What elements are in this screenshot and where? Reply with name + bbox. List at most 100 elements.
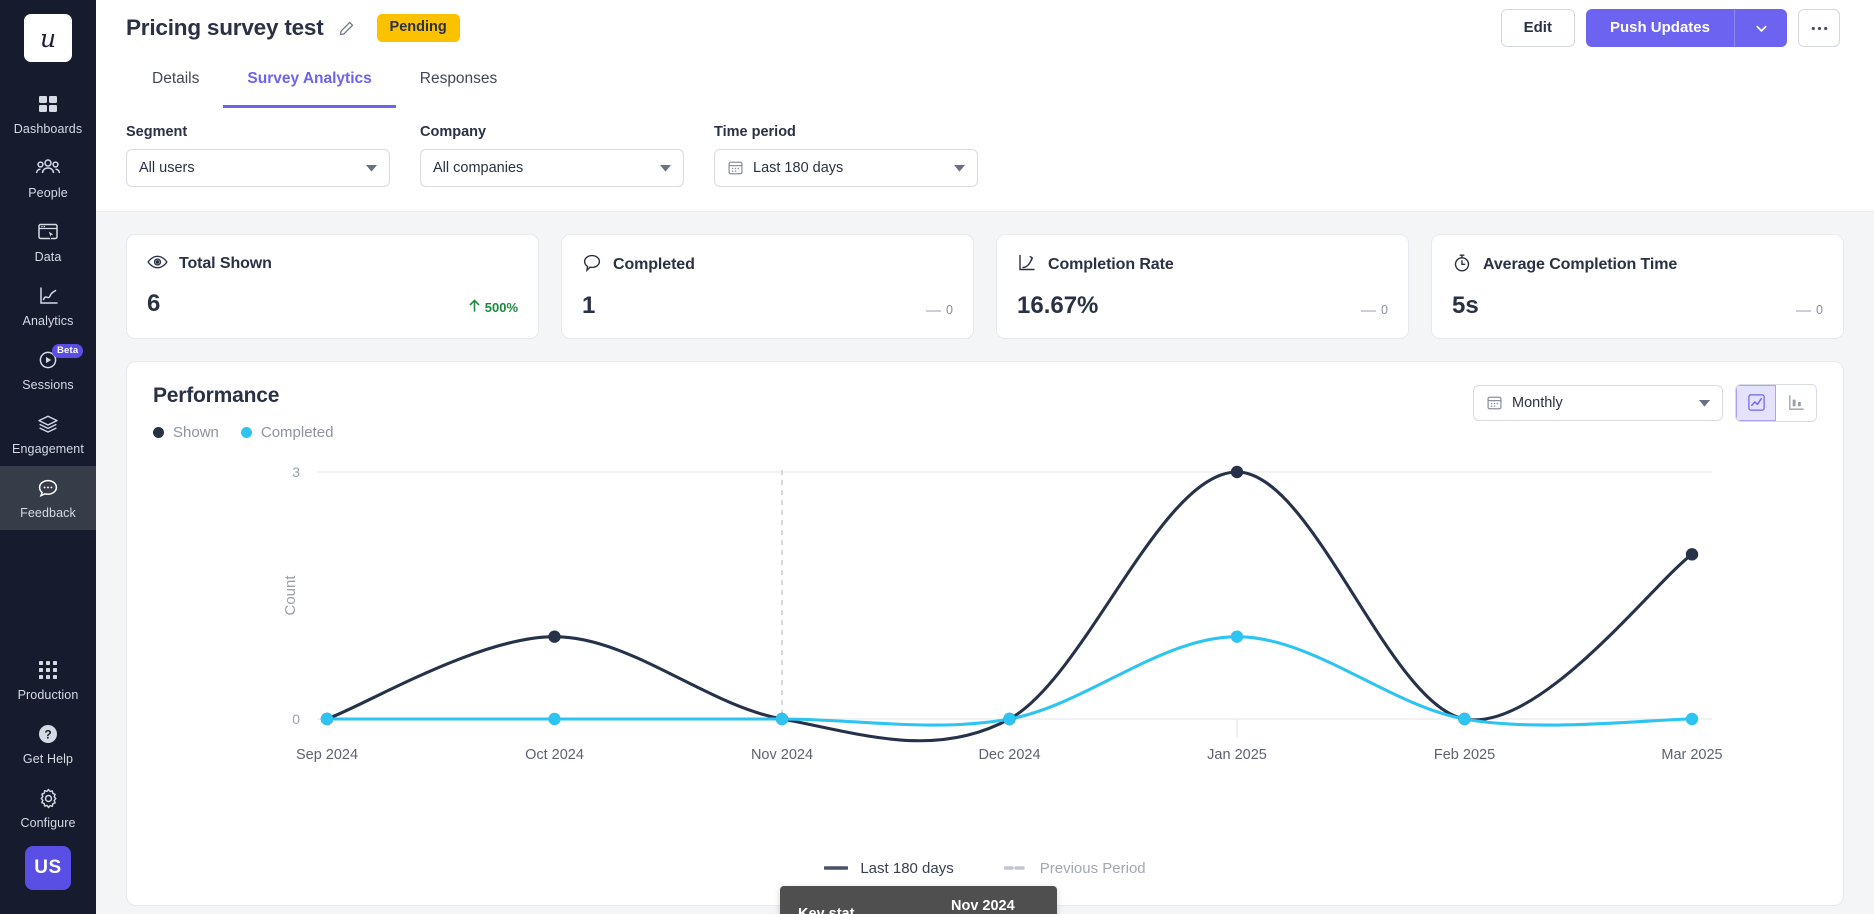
card-completion-rate: Completion Rate 16.67% — 0 [996, 234, 1409, 339]
legend-item-completed[interactable]: Completed [241, 424, 334, 441]
sidebar-item-engagement[interactable]: Engagement [0, 402, 96, 466]
svg-text:0: 0 [292, 711, 300, 727]
card-body: 1 — 0 [582, 294, 953, 318]
push-updates-dropdown-button[interactable] [1735, 9, 1787, 47]
filter-label: Company [420, 124, 684, 140]
card-completed: Completed 1 — 0 [561, 234, 974, 339]
svg-text:Oct 2024: Oct 2024 [525, 747, 584, 763]
grid-icon [0, 91, 96, 117]
more-options-button[interactable] [1798, 9, 1840, 47]
beta-badge: Beta [52, 344, 83, 358]
tooltip-header-row: Key stat Nov 2024 (UTC) [798, 898, 1039, 914]
chart-tooltip: Key stat Nov 2024 (UTC) Shown 0 Complete… [780, 886, 1057, 914]
sidebar-item-data[interactable]: Data [0, 210, 96, 274]
legend-label: Shown [173, 424, 219, 441]
sidebar-item-feedback[interactable]: Feedback [0, 466, 96, 530]
performance-header: Performance Shown Completed [153, 384, 1817, 441]
calendar-icon [1486, 394, 1503, 411]
legend-dot [241, 427, 252, 438]
chevron-down-icon [660, 160, 671, 176]
sidebar-item-people[interactable]: People [0, 146, 96, 210]
legend-item-previous-period: Previous Period [1004, 860, 1146, 877]
sidebar-item-label: Get Help [0, 750, 96, 768]
sidebar-item-production[interactable]: Production [0, 648, 96, 712]
sidebar-nav: Dashboards People Data [0, 82, 96, 530]
filter-company: Company All companies [420, 124, 684, 187]
sidebar-item-label: Configure [0, 814, 96, 832]
main-area: Pricing survey test Pending Edit Push Up… [96, 0, 1874, 914]
card-body: 5s — 0 [1452, 294, 1823, 318]
segment-select[interactable]: All users [126, 149, 390, 187]
sidebar-item-label: Analytics [0, 312, 96, 330]
filter-segment: Segment All users [126, 124, 390, 187]
card-header: Total Shown [147, 253, 518, 276]
push-updates-button[interactable]: Push Updates [1586, 9, 1735, 47]
sidebar-item-label: Data [0, 248, 96, 266]
time-period-select[interactable]: Last 180 days [714, 149, 978, 187]
tab-responses[interactable]: Responses [396, 56, 522, 108]
line-chart-view-button[interactable] [1736, 385, 1776, 421]
sidebar-item-analytics[interactable]: Analytics [0, 274, 96, 338]
period-legend: Last 180 days Previous Period [127, 860, 1843, 877]
arrow-up-icon [469, 299, 480, 316]
card-value: 1 [582, 294, 595, 318]
tooltip-header-value: Nov 2024 (UTC) [951, 898, 1039, 914]
bar-chart-view-button[interactable] [1776, 385, 1816, 421]
card-header: Average Completion Time [1452, 253, 1823, 278]
svg-text:Count: Count [282, 574, 299, 615]
tooltip-header-label: Key stat [798, 906, 951, 914]
svg-text:Mar 2025: Mar 2025 [1661, 747, 1722, 763]
legend-label: Previous Period [1040, 860, 1146, 877]
chat-bubble-icon [0, 475, 96, 501]
tab-survey-analytics[interactable]: Survey Analytics [223, 56, 395, 108]
people-icon [0, 155, 96, 181]
tab-details[interactable]: Details [128, 56, 223, 108]
performance-chart[interactable]: 03CountSep 2024Oct 2024Nov 2024Dec 2024J… [127, 454, 1843, 905]
performance-title: Performance [153, 384, 333, 408]
card-title: Average Completion Time [1483, 256, 1677, 274]
tab-bar: Details Survey Analytics Responses [126, 56, 1840, 108]
stopwatch-icon [1452, 253, 1472, 278]
line-chart-icon [1017, 253, 1037, 278]
status-badge: Pending [377, 14, 460, 42]
chevron-down-icon [954, 160, 965, 176]
edit-button[interactable]: Edit [1501, 9, 1575, 47]
svg-text:Feb 2025: Feb 2025 [1434, 747, 1495, 763]
app-logo[interactable]: u [24, 14, 72, 62]
kpi-card-row: Total Shown 6 500% [126, 234, 1844, 339]
sidebar-item-configure[interactable]: Configure [0, 776, 96, 840]
pencil-icon[interactable] [338, 20, 355, 37]
card-value: 5s [1452, 294, 1479, 318]
sidebar-item-get-help[interactable]: ? Get Help [0, 712, 96, 776]
legend-label: Completed [261, 424, 334, 441]
series-legend: Shown Completed [153, 424, 333, 441]
avatar[interactable]: US [25, 846, 71, 890]
card-delta: — 0 [1361, 303, 1388, 318]
performance-title-block: Performance Shown Completed [153, 384, 333, 441]
analytics-chart-icon [0, 283, 96, 309]
filter-bar: Segment All users Company All companies … [96, 108, 1874, 212]
company-select[interactable]: All companies [420, 149, 684, 187]
segment-select-value: All users [139, 160, 195, 176]
svg-text:Jan 2025: Jan 2025 [1207, 747, 1267, 763]
chart-view-toggle [1735, 384, 1817, 422]
svg-text:3: 3 [292, 464, 300, 480]
card-body: 16.67% — 0 [1017, 294, 1388, 318]
granularity-select[interactable]: Monthly [1473, 385, 1723, 421]
svg-text:Dec 2024: Dec 2024 [978, 747, 1040, 763]
sidebar-item-dashboards[interactable]: Dashboards [0, 82, 96, 146]
legend-item-shown[interactable]: Shown [153, 424, 219, 441]
legend-label: Last 180 days [860, 860, 953, 877]
filter-time-period: Time period Last 180 days [714, 124, 978, 187]
svg-text:Sep 2024: Sep 2024 [296, 747, 358, 763]
card-total-shown: Total Shown 6 500% [126, 234, 539, 339]
card-delta-value: 0 [946, 304, 953, 317]
question-circle-icon: ? [0, 721, 96, 747]
push-updates-split-button: Push Updates [1586, 9, 1787, 47]
sidebar-item-sessions[interactable]: Beta Sessions [0, 338, 96, 402]
company-select-value: All companies [433, 160, 523, 176]
top-actions: Edit Push Updates [1501, 9, 1840, 47]
calendar-icon [727, 159, 744, 176]
performance-controls: Monthly [1473, 384, 1817, 422]
card-title: Completed [613, 256, 695, 274]
